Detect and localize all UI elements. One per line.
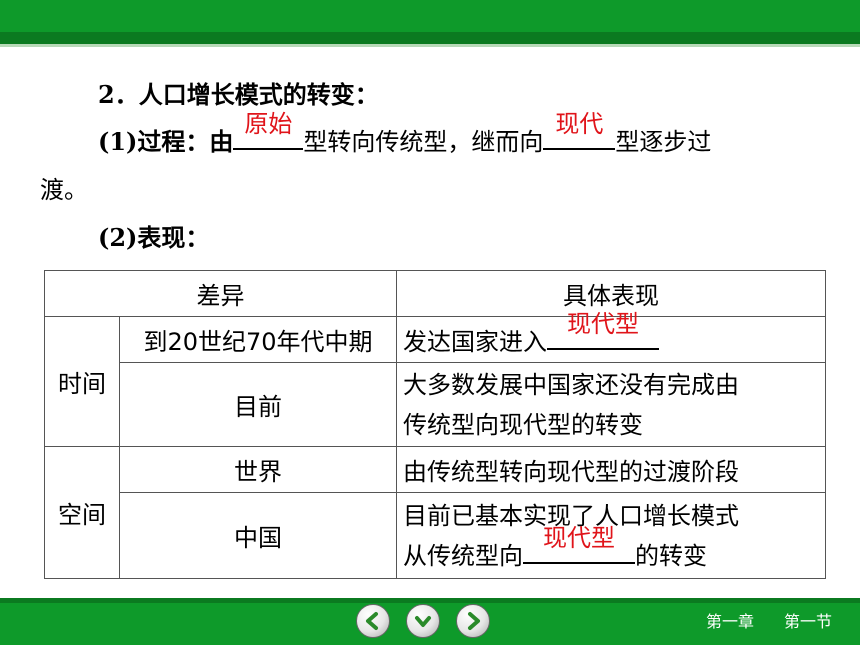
row2-detail: 大多数发展中国家还没有完成由 传统型向现代型的转变	[396, 362, 826, 447]
process-mid-text: 型转向传统型，继而向	[303, 128, 544, 156]
next-button[interactable]	[456, 604, 490, 638]
table-header-row: 差异 具体表现	[44, 270, 826, 317]
prev-button[interactable]	[356, 604, 390, 638]
row4-detail-prefix: 从传统型向	[403, 541, 523, 570]
top-bar	[0, 0, 860, 32]
process-line: (1)过程：由 原始 型转向传统型，继而向 现代 型逐步过	[98, 110, 712, 157]
process-wrap-text: 渡。	[40, 176, 88, 204]
answer-text-2: 现代	[555, 110, 604, 138]
answer-blank-1: 原始	[233, 110, 304, 150]
row4-detail-suffix: 的转变	[635, 541, 707, 570]
arrow-right-icon	[468, 612, 480, 630]
row1-answer-blank: 现代型	[547, 310, 659, 350]
performance-table: 差异 具体表现 时间 到20世纪70年代中期 发达国家进入 现代型 目前 大多数发…	[44, 270, 826, 579]
footer-chapter[interactable]: 第一章	[706, 608, 754, 632]
performance-label: (2)表现：	[98, 223, 210, 252]
row4-detail-line2: 从传统型向 现代型 的转变	[403, 524, 819, 576]
space-label: 空间	[44, 446, 120, 579]
table-row: 时间 到20世纪70年代中期 发达国家进入 现代型	[44, 310, 826, 447]
footer-section[interactable]: 第一节	[784, 608, 832, 632]
row4-detail: 目前已基本实现了人口增长模式 从传统型向 现代型 的转变	[396, 492, 826, 579]
bottom-bar-stripe	[0, 598, 860, 603]
process-label: (1)过程：由	[98, 127, 234, 156]
row1-detail: 发达国家进入 现代型	[396, 310, 826, 363]
top-bar-highlight	[0, 44, 860, 47]
down-button[interactable]	[406, 604, 440, 638]
arrow-down-icon	[415, 616, 431, 627]
row2-detail-line1: 大多数发展中国家还没有完成由	[403, 370, 739, 399]
row4-answer-blank: 现代型	[523, 524, 635, 564]
answer-blank-2: 现代	[543, 110, 616, 150]
table-row: 目前 大多数发展中国家还没有完成由 传统型向现代型的转变	[45, 362, 826, 447]
row1-sub: 到20世纪70年代中期	[119, 316, 397, 363]
process-end-text: 型逐步过	[615, 128, 712, 156]
row1-answer: 现代型	[567, 310, 639, 338]
row2-sub: 目前	[119, 362, 397, 447]
row3-sub: 世界	[119, 446, 397, 493]
arrow-left-icon	[366, 612, 378, 630]
row2-detail-line2: 传统型向现代型的转变	[403, 410, 643, 439]
table-row: 空间 世界 由传统型转向现代型的过渡阶段	[44, 446, 826, 579]
table-row: 中国 目前已基本实现了人口增长模式 从传统型向 现代型 的转变	[45, 492, 826, 579]
row4-answer: 现代型	[543, 523, 615, 552]
row4-sub: 中国	[119, 492, 397, 579]
header-diff: 差异	[44, 270, 397, 317]
row3-detail: 由传统型转向现代型的过渡阶段	[396, 446, 826, 493]
time-label: 时间	[44, 316, 120, 447]
answer-text-1: 原始	[244, 110, 293, 138]
row1-detail-prefix: 发达国家进入	[403, 328, 547, 356]
